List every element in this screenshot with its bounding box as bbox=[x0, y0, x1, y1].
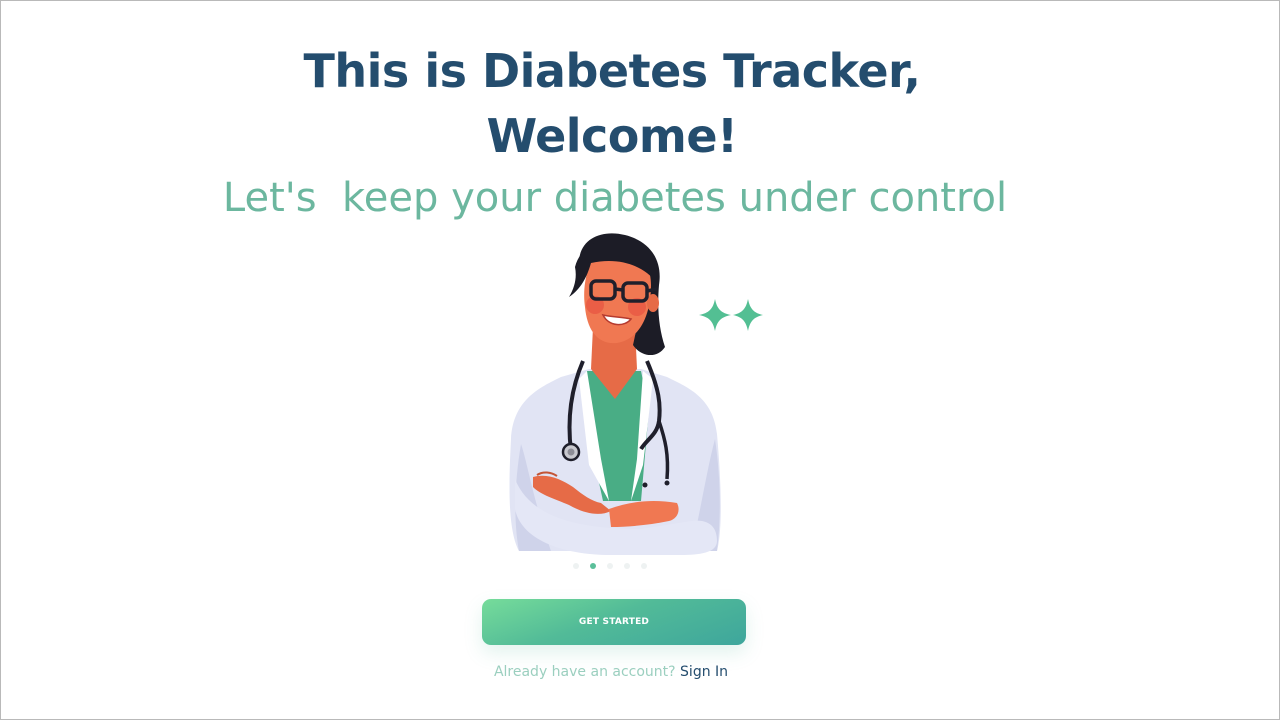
sign-in-link[interactable]: Sign In bbox=[680, 664, 728, 680]
carousel-dot[interactable] bbox=[607, 563, 613, 569]
signin-prompt: Already have an account? bbox=[493, 664, 676, 680]
get-started-button[interactable]: GET STARTED bbox=[482, 599, 746, 645]
carousel-dot[interactable] bbox=[624, 563, 630, 569]
carousel-dot[interactable] bbox=[573, 563, 579, 569]
page-title-line2: Welcome! bbox=[486, 109, 738, 163]
page-title-line1: This is Diabetes Tracker, bbox=[303, 44, 921, 98]
sparkle-icon bbox=[699, 299, 731, 331]
carousel-dots bbox=[573, 563, 647, 569]
page-subtitle: Let's keep your diabetes under control bbox=[222, 175, 1008, 221]
signin-row: Already have an account? Sign In bbox=[1, 663, 1221, 681]
doctor-illustration bbox=[509, 233, 763, 555]
sparkle-icon bbox=[733, 299, 763, 331]
carousel-dot[interactable] bbox=[590, 563, 596, 569]
carousel-dot[interactable] bbox=[641, 563, 647, 569]
